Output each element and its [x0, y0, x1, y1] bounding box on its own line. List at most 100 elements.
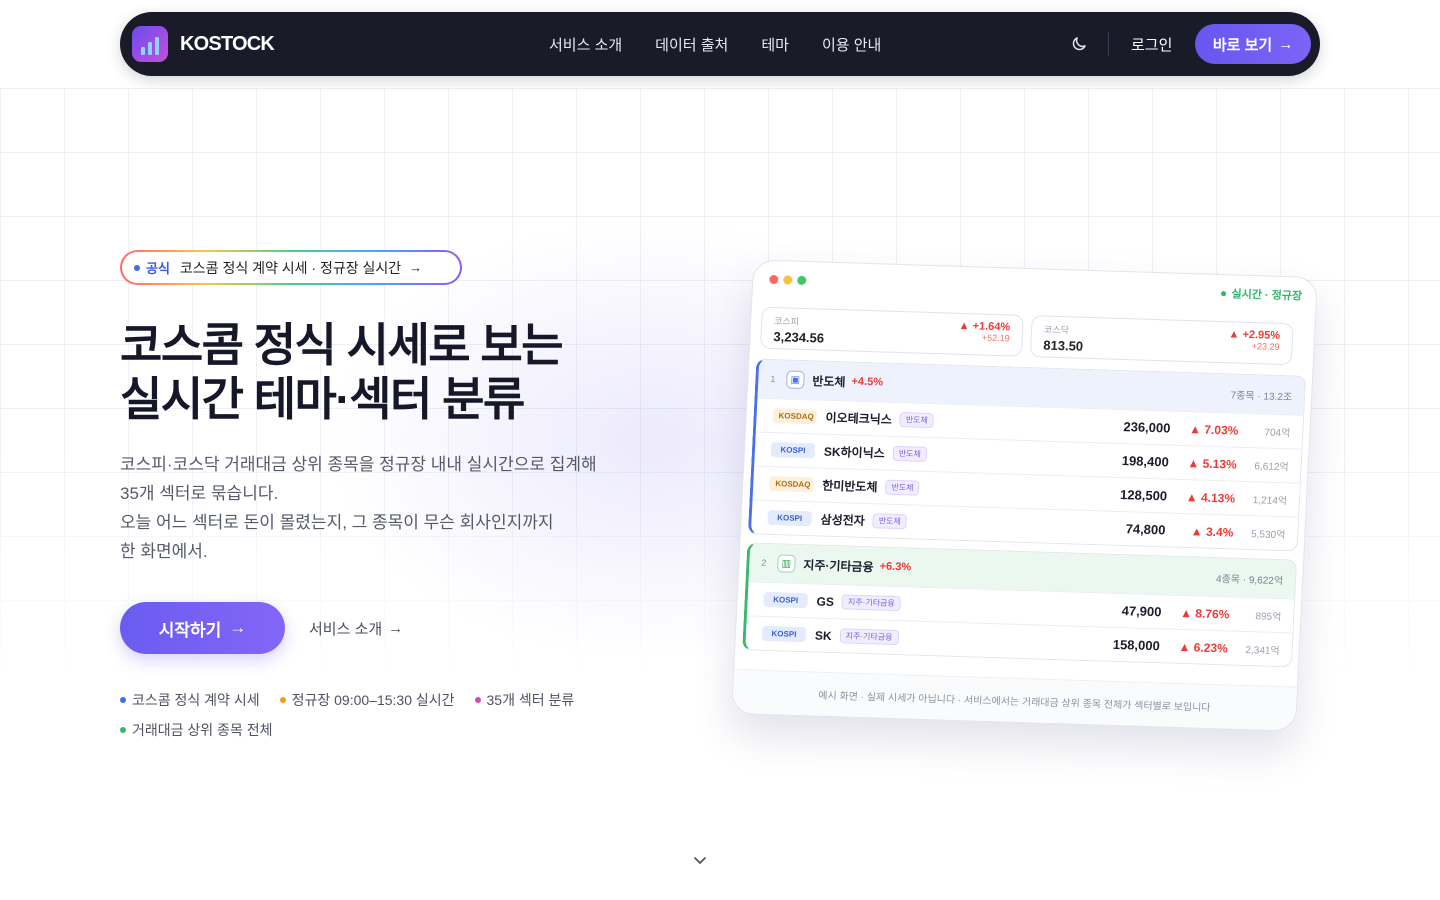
stock-price: 158,000 [1112, 636, 1161, 654]
trade-volume: 6,612억 [1254, 461, 1289, 474]
pill-tag: 공식 [146, 261, 170, 276]
logo-icon[interactable] [132, 26, 168, 62]
sector-rank: 1 [770, 373, 776, 385]
menu-item-service[interactable]: 서비스 소개 [549, 34, 622, 55]
sector-name: 반도체 [812, 373, 846, 389]
scroll-down-icon[interactable] [692, 852, 708, 868]
feature-list: 코스콤 정식 계약 시세 정규장 09:00–15:30 실시간 35개 섹터 … [120, 690, 600, 740]
index-kosdaq: 코스닥 813.50 ▲ +2.95% +23.29 [1029, 315, 1294, 366]
stock-price: 47,900 [1121, 603, 1162, 620]
desc-line: 한 화면에서. [120, 542, 208, 561]
stock-change: ▲ 4.13% [1185, 489, 1236, 506]
trade-volume: 704억 [1264, 427, 1291, 440]
arrow-right-icon: → [388, 620, 404, 637]
index-delta: +52.19 [981, 332, 1010, 344]
market-badge: KOSPI [767, 509, 813, 527]
desc-line: 오늘 어느 섹터로 돈이 몰렸는지, 그 종목이 무슨 회사인지까지 [120, 513, 554, 532]
stock-change: ▲ 6.23% [1178, 639, 1229, 655]
start-button[interactable]: 시작하기 → [120, 602, 285, 654]
desc-line: 코스피·코스닥 거래대금 상위 종목을 정규장 내내 실시간으로 집계해 [120, 455, 597, 474]
market-badge: KOSDAQ [768, 475, 814, 493]
main-menu: 서비스 소개 데이터 출처 테마 이용 안내 [549, 12, 881, 76]
stock-change: ▲ 8.76% [1179, 605, 1230, 621]
announcement-pill[interactable]: 공식 코스콤 정식 계약 시세 · 정규장 실시간 → [120, 250, 462, 285]
login-link[interactable]: 로그인 [1131, 34, 1172, 55]
index-kospi: 코스피 3,234.56 ▲ +1.64% +52.19 [759, 306, 1024, 357]
menu-item-data-source[interactable]: 데이터 출처 [655, 34, 728, 55]
stock-change: ▲ 7.03% [1188, 421, 1239, 438]
dark-mode-icon[interactable] [1070, 35, 1088, 53]
live-status: 실시간 · 정규장 [1220, 285, 1302, 304]
feature-item: 거래대금 상위 종목 전체 [120, 720, 272, 740]
stock-price: 74,800 [1125, 521, 1166, 538]
arrow-right-icon: → [1278, 35, 1294, 53]
window-minimize-dot [783, 275, 793, 285]
index-change: ▲ +1.64% [958, 319, 1011, 334]
sector-tag: 반도체 [899, 412, 935, 429]
service-intro-link[interactable]: 서비스 소개 → [309, 618, 403, 639]
trade-volume: 1,214억 [1252, 495, 1288, 508]
market-badge: KOSDAQ [772, 408, 817, 425]
menu-item-theme[interactable]: 테마 [761, 34, 789, 55]
stock-name: SK [814, 627, 832, 643]
trade-volume: 895억 [1255, 611, 1282, 624]
window-close-dot [769, 274, 779, 285]
stock-name: 이오테크닉스 [825, 410, 893, 427]
hero-title-line-1: 코스콤 정식 시세로 보는 [120, 319, 564, 371]
sector-tag: 반도체 [872, 513, 908, 530]
hero-description: 코스피·코스닥 거래대금 상위 종목을 정규장 내내 실시간으로 집계해 35개… [120, 450, 597, 566]
sector-block-holding: 2 ▥ 지주·기타금융 +6.3% 4종목 · 9,622억 KOSPI GS 지주… [742, 542, 1298, 668]
stock-name: 한미반도체 [821, 478, 878, 495]
feature-text: 거래대금 상위 종목 전체 [132, 722, 273, 738]
window-maximize-dot [797, 275, 807, 286]
stock-name: GS [816, 594, 835, 609]
feature-text: 35개 섹터 분류 [486, 692, 575, 708]
sector-meta: 4종목 · 9,622억 [1215, 573, 1284, 587]
building-icon: ▥ [776, 554, 796, 573]
bullet-dot [474, 697, 481, 703]
bullet-dot [120, 727, 126, 733]
stock-change: ▲ 5.13% [1187, 455, 1238, 472]
market-badge: KOSPI [770, 442, 816, 459]
stock-price: 128,500 [1119, 487, 1168, 504]
feature-item: 정규장 09:00–15:30 실시간 [279, 690, 455, 710]
service-intro-label: 서비스 소개 [309, 621, 383, 638]
top-navbar: KOSTOCK 서비스 소개 데이터 출처 테마 이용 안내 로그인 바로 보기… [120, 12, 1320, 76]
hero-title: 코스콤 정식 시세로 보는 실시간 테마·섹터 분류 [120, 318, 564, 426]
preview-card: 실시간 · 정규장 코스피 3,234.56 ▲ +1.64% +52.19 코스… [731, 259, 1318, 732]
sector-name: 지주·기타금융 [803, 557, 874, 574]
sector-meta: 7종목 · 13.2조 [1230, 389, 1293, 403]
hero-title-line-2: 실시간 테마·섹터 분류 [120, 373, 525, 425]
sector-tag: 반도체 [885, 479, 920, 496]
nav-divider [1108, 32, 1109, 56]
card-footer-note: 예시 화면 · 실제 시세가 아닙니다 · 서비스에서는 거래대금 상위 종목 … [732, 668, 1297, 731]
chip-icon: ▣ [785, 370, 805, 390]
start-label: 시작하기 [158, 620, 222, 640]
sector-tag: 지주·기타금융 [839, 628, 899, 646]
menu-item-guide[interactable]: 이용 안내 [822, 34, 881, 55]
view-now-label: 바로 보기 [1212, 36, 1273, 54]
view-now-button[interactable]: 바로 보기 → [1195, 24, 1311, 64]
feature-text: 코스콤 정식 계약 시세 [132, 692, 260, 708]
sector-change: +4.5% [851, 375, 884, 389]
stock-name: 삼성전자 [820, 512, 866, 528]
trade-volume: 5,530억 [1250, 529, 1286, 542]
sector-rank: 2 [761, 557, 767, 568]
bullet-dot [120, 697, 126, 703]
trade-volume: 2,341억 [1245, 645, 1280, 658]
live-label: 실시간 · 정규장 [1231, 288, 1303, 303]
bullet-dot [279, 697, 286, 703]
market-badge: KOSPI [761, 625, 807, 643]
market-badge: KOSPI [763, 591, 808, 609]
live-dot [1220, 290, 1226, 296]
feature-text: 정규장 09:00–15:30 실시간 [291, 692, 455, 708]
arrow-right-icon: → [229, 618, 247, 637]
sector-tag: 지주·기타금융 [841, 594, 902, 612]
feature-item: 35개 섹터 분류 [474, 690, 575, 710]
status-dot [134, 264, 140, 271]
stock-price: 198,400 [1121, 453, 1170, 470]
desc-line: 35개 섹터로 묶습니다. [120, 484, 279, 503]
index-change: ▲ +2.95% [1228, 328, 1281, 342]
sector-change: +6.3% [879, 560, 912, 574]
brand-name[interactable]: KOSTOCK [180, 33, 275, 56]
